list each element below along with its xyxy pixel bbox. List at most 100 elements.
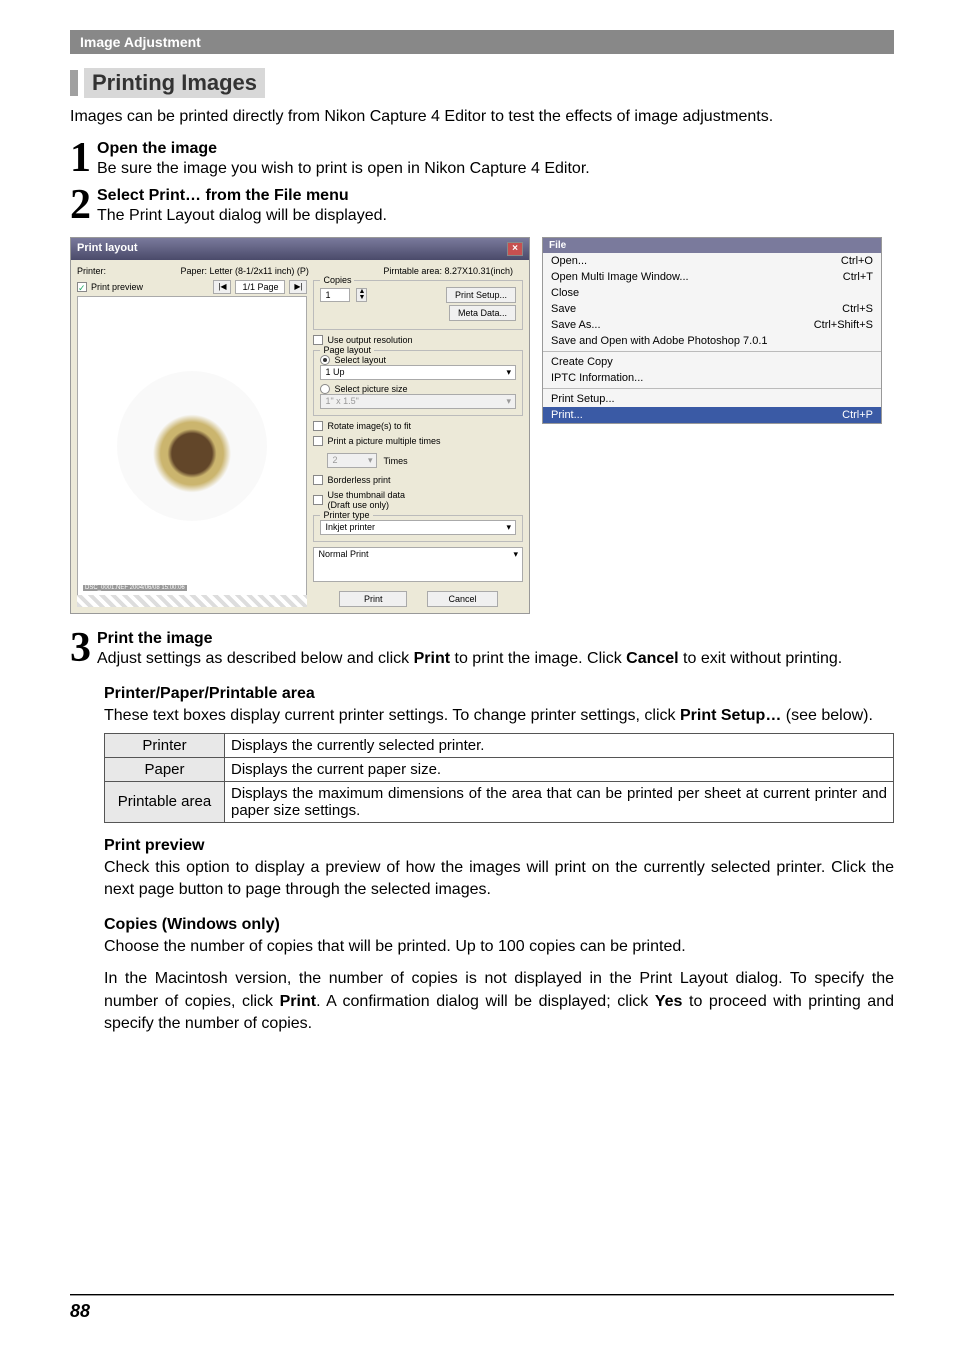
rotate-checkbox[interactable]: Rotate image(s) to fit: [313, 421, 523, 431]
print-preview-label: Print preview: [91, 282, 143, 292]
print-button[interactable]: Print: [339, 591, 408, 607]
step-1-text: Be sure the image you wish to print is o…: [97, 158, 894, 180]
copies-input[interactable]: 1: [320, 288, 350, 302]
chevron-down-icon: ▾: [506, 522, 511, 533]
section-title: Printing Images: [84, 68, 265, 98]
step-2-title-bold: Print…: [149, 187, 201, 204]
menu-item-save-as[interactable]: Save As...Ctrl+Shift+S: [543, 317, 881, 333]
print-preview-checkbox[interactable]: ✓Print preview: [77, 282, 143, 292]
settings-table: PrinterDisplays the currently selected p…: [104, 733, 894, 823]
printable-area-label: Pirntable area: 8.27X10.31(inch): [383, 266, 513, 276]
menu-item-save[interactable]: SaveCtrl+S: [543, 301, 881, 317]
page-rule: [70, 1294, 894, 1296]
close-icon[interactable]: ×: [507, 242, 523, 256]
printer-type-select[interactable]: Inkjet printer▾: [320, 520, 516, 535]
thumbnail-checkbox[interactable]: Use thumbnail data(Draft use only): [313, 490, 523, 510]
step-2: 2 Select Print… from the File menu The P…: [70, 187, 894, 227]
meta-data-button[interactable]: Meta Data...: [449, 305, 516, 321]
times-label: Times: [383, 456, 407, 466]
page-layout-group-title: Page layout: [320, 345, 374, 355]
prev-page-button[interactable]: |◀: [213, 280, 231, 294]
chevron-down-icon: ▾: [506, 367, 511, 378]
page-indicator: 1/1 Page: [235, 280, 285, 294]
menu-item-print[interactable]: Print...Ctrl+P: [543, 407, 881, 423]
use-output-label: Use output resolution: [327, 335, 412, 345]
step-3-text: Adjust settings as described below and c…: [97, 648, 894, 670]
next-page-button[interactable]: ▶|: [289, 280, 307, 294]
step-1-title: Open the image: [97, 140, 894, 158]
menu-item-create-copy[interactable]: Create Copy: [543, 354, 881, 370]
use-output-resolution-checkbox[interactable]: Use output resolution: [313, 335, 523, 345]
menu-item-print-setup[interactable]: Print Setup...: [543, 391, 881, 407]
table-row: PaperDisplays the current paper size.: [105, 757, 894, 781]
menu-item-save-open-ps[interactable]: Save and Open with Adobe Photoshop 7.0.1: [543, 333, 881, 349]
chevron-down-icon: ▾: [513, 549, 518, 580]
print-preview-section: Print preview Check this option to displ…: [104, 837, 894, 902]
borderless-checkbox[interactable]: Borderless print: [313, 475, 523, 485]
select-size-label: Select picture size: [334, 384, 407, 394]
size-select: 1" x 1.5"▾: [320, 394, 516, 409]
menu-separator: [543, 351, 881, 352]
printer-paper-section: Printer/Paper/Printable area These text …: [104, 685, 894, 823]
copies-group: Copies 1 ▲▼ Print Setup... Meta Data...: [313, 280, 523, 330]
times-select: 2▾: [327, 453, 377, 468]
sub1-title: Printer/Paper/Printable area: [104, 685, 894, 703]
table-desc: Displays the maximum dimensions of the a…: [225, 781, 894, 822]
intro-paragraph: Images can be printed directly from Niko…: [70, 106, 894, 128]
printer-type-title: Printer type: [320, 510, 372, 520]
select-layout-radio[interactable]: Select layout: [320, 355, 516, 365]
menu-item-open-multi[interactable]: Open Multi Image Window...Ctrl+T: [543, 269, 881, 285]
paper-label: Paper: Letter (8-1/2x11 inch) (P): [181, 266, 309, 276]
layout-select[interactable]: 1 Up▾: [320, 365, 516, 380]
print-mode-select[interactable]: Normal Print▾: [313, 547, 523, 582]
page-number: 88: [70, 1301, 90, 1322]
table-label: Paper: [105, 757, 225, 781]
select-size-radio[interactable]: Select picture size: [320, 384, 516, 394]
cancel-button[interactable]: Cancel: [427, 591, 497, 607]
borderless-label: Borderless print: [327, 475, 390, 485]
preview-image: [117, 371, 267, 521]
chevron-down-icon: ▾: [506, 396, 511, 407]
page-header: Image Adjustment: [70, 30, 894, 54]
step-3-title: Print the image: [97, 630, 894, 648]
sub2-text: Check this option to display a preview o…: [104, 857, 894, 902]
dialog-titlebar: Print layout ×: [71, 238, 529, 260]
table-desc: Displays the currently selected printer.: [225, 733, 894, 757]
print-setup-button[interactable]: Print Setup...: [446, 287, 516, 303]
table-row: PrinterDisplays the currently selected p…: [105, 733, 894, 757]
sub2-title: Print preview: [104, 837, 894, 855]
step-number: 2: [70, 187, 91, 225]
table-desc: Displays the current paper size.: [225, 757, 894, 781]
step-1: 1 Open the image Be sure the image you w…: [70, 140, 894, 180]
step-2-title-part: menu: [302, 187, 349, 204]
step-2-title: Select Print… from the File menu: [97, 187, 894, 205]
rotate-label: Rotate image(s) to fit: [327, 421, 411, 431]
menu-item-iptc[interactable]: IPTC Information...: [543, 370, 881, 386]
printer-type-group: Printer type Inkjet printer▾: [313, 515, 523, 542]
section-accent-bar: [70, 70, 78, 96]
dialog-info-row: Printer: Paper: Letter (8-1/2x11 inch) (…: [77, 266, 523, 276]
copies-section: Copies (Windows only) Choose the number …: [104, 916, 894, 1036]
menu-item-open[interactable]: Open...Ctrl+O: [543, 253, 881, 269]
menu-item-close[interactable]: Close: [543, 285, 881, 301]
dialog-title-text: Print layout: [77, 242, 138, 256]
copies-spinner-icon[interactable]: ▲▼: [356, 288, 367, 302]
sub3-title: Copies (Windows only): [104, 916, 894, 934]
step-2-text: The Print Layout dialog will be displaye…: [97, 205, 894, 227]
preview-strip: DSC_0001.NEF 2004/06/08 15:00:06: [77, 595, 307, 607]
menu-separator: [543, 388, 881, 389]
table-label: Printer: [105, 733, 225, 757]
step-2-title-part: Select: [97, 187, 149, 204]
step-2-title-bold2: File: [274, 187, 302, 204]
screenshots-row: Print layout × Printer: Paper: Letter (8…: [70, 237, 894, 614]
page-layout-group: Page layout Select layout 1 Up▾ Select p…: [313, 350, 523, 416]
file-menu: File Open...Ctrl+O Open Multi Image Wind…: [542, 237, 882, 424]
multiple-label: Print a picture multiple times: [327, 436, 440, 446]
step-number: 1: [70, 140, 91, 178]
table-row: Printable areaDisplays the maximum dimen…: [105, 781, 894, 822]
multiple-times-checkbox[interactable]: Print a picture multiple times: [313, 436, 523, 446]
preview-strip-label: DSC_0001.NEF 2004/06/08 15:00:06: [83, 585, 187, 591]
file-menu-title: File: [543, 238, 881, 253]
step-number: 3: [70, 630, 91, 668]
table-label: Printable area: [105, 781, 225, 822]
